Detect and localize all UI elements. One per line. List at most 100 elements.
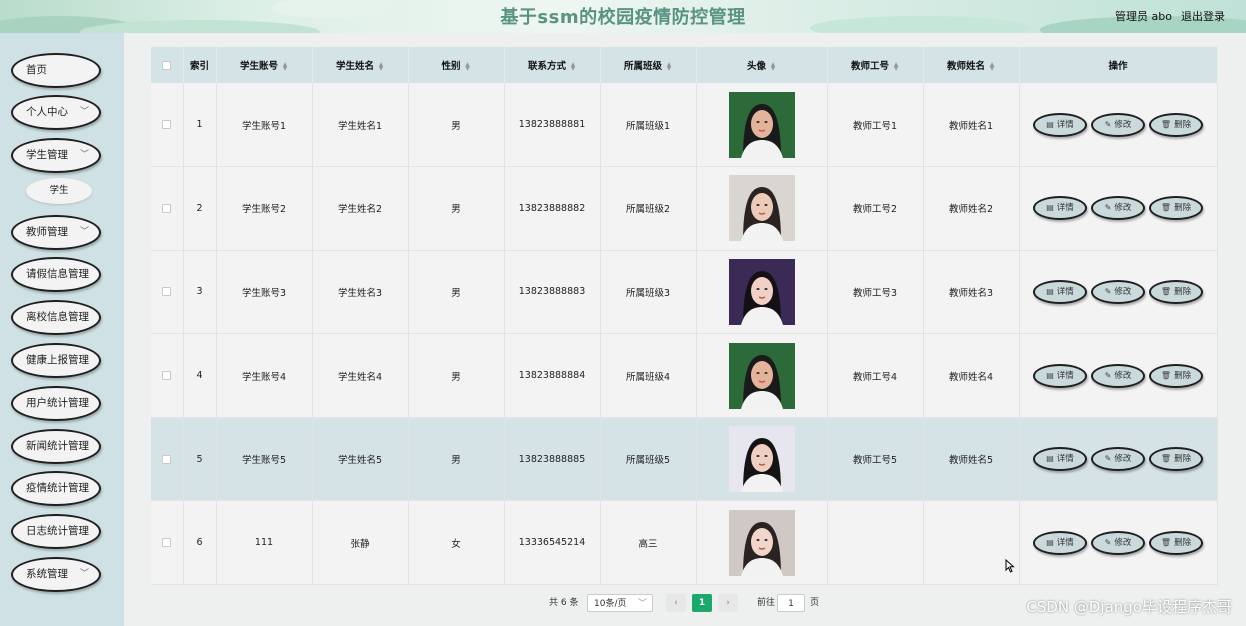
sidebar-item-log-stats[interactable]: 日志统计管理 [11,514,101,549]
detail-button[interactable]: ▤ 详情 [1033,112,1087,137]
sidebar-item-system[interactable]: 系统管理 ﹀ [11,557,101,592]
document-icon: ▤ [1046,454,1054,464]
column-header-label: 联系方式 [527,61,566,72]
column-header-teacher-id[interactable]: 教师工号 ▲ ▼ [827,47,924,83]
detail-button[interactable]: ▤ 详情 [1033,363,1087,388]
sort-icon[interactable]: ▲ ▼ [770,61,776,71]
edit-button[interactable]: ✎ 修改 [1091,112,1145,137]
sort-icon[interactable]: ▲ ▼ [465,61,471,71]
cell-index: 3 [183,250,217,335]
column-header-account[interactable]: 学生账号 ▲ ▼ [216,47,313,83]
sidebar-item-epidemic-stats[interactable]: 疫情统计管理 [11,471,101,506]
next-page-button[interactable]: › [718,594,738,612]
sidebar-item-departure[interactable]: 离校信息管理 [11,300,101,335]
edit-button[interactable]: ✎ 修改 [1091,530,1145,555]
delete-button[interactable]: 🗑 删除 [1149,447,1203,472]
page-size-select[interactable]: 10条/页 ﹀ [587,594,653,612]
current-page-button[interactable]: 1 [692,594,712,612]
sidebar-item-profile[interactable]: 个人中心 ﹀ [11,95,101,130]
sidebar-item-leave[interactable]: 请假信息管理 [11,257,101,292]
row-checkbox[interactable] [162,287,172,297]
edit-button[interactable]: ✎ 修改 [1091,447,1145,472]
cell-class: 高三 [600,500,697,586]
row-checkbox[interactable] [162,538,172,548]
delete-button[interactable]: 🗑 删除 [1149,112,1203,137]
cell-phone: 13336545214 [504,500,601,586]
goto-prefix: 前往 [757,598,776,608]
column-header-phone[interactable]: 联系方式 ▲ ▼ [504,47,601,83]
table-row: 5 学生账号5 学生姓名5 男 13823888885 所属班级5 教师工号5 教师姓名5 ▤ 详… [151,417,1218,502]
sidebar-item-label: 系统管理 [26,568,68,580]
cell-avatar [696,333,828,418]
column-header-name[interactable]: 学生姓名 ▲ ▼ [312,47,409,83]
row-select-cell [151,166,184,251]
logout-link[interactable]: 退出登录 [1181,8,1225,24]
column-header-class[interactable]: 所属班级 ▲ ▼ [600,47,697,83]
cell-gender: 男 [408,83,505,168]
edit-button-label: 修改 [1114,370,1132,381]
detail-button[interactable]: ▤ 详情 [1033,279,1087,304]
sidebar-item-label: 日志统计管理 [26,525,89,537]
column-header-avatar[interactable]: 头像 ▲ ▼ [696,47,828,83]
sort-icon[interactable]: ▲ ▼ [378,61,384,71]
mouse-pointer-icon [1005,559,1015,573]
prev-page-button[interactable]: ‹ [666,594,686,612]
detail-button-label: 详情 [1056,286,1074,297]
row-checkbox[interactable] [162,454,172,464]
document-icon: ▤ [1046,203,1054,213]
sort-icon[interactable]: ▲ ▼ [282,61,288,71]
sidebar-item-home[interactable]: 首页 [11,53,101,88]
column-header-teacher-name[interactable]: 教师姓名 ▲ ▼ [923,47,1020,83]
cell-index: 4 [183,333,217,418]
sidebar-item-students[interactable]: 学生管理 ﹀ [11,138,101,173]
sidebar-item-teachers[interactable]: 教师管理 ﹀ [11,215,101,250]
trash-icon: 🗑 [1160,203,1172,213]
cell-class: 所属班级2 [600,166,697,251]
sidebar-item-user-stats[interactable]: 用户统计管理 [11,386,101,421]
edit-button[interactable]: ✎ 修改 [1091,196,1145,221]
delete-button[interactable]: 🗑 删除 [1149,530,1203,555]
sidebar-item-label: 离校信息管理 [26,311,89,323]
cell-teacher-id: 教师工号5 [827,417,924,502]
trash-icon: 🗑 [1160,537,1172,547]
edit-button[interactable]: ✎ 修改 [1091,363,1145,388]
goto-page-input[interactable]: 1 [777,594,805,612]
cell-gender: 男 [408,333,505,418]
detail-button[interactable]: ▤ 详情 [1033,447,1087,472]
cell-teacher-name: 教师姓名2 [923,166,1020,251]
sort-icon[interactable]: ▲ ▼ [989,61,995,71]
column-header-gender[interactable]: 性别 ▲ ▼ [408,47,505,83]
row-checkbox[interactable] [162,371,172,381]
cell-phone: 13823888883 [504,250,601,335]
row-checkbox[interactable] [162,120,172,130]
cell-index: 1 [183,83,217,168]
cell-teacher-id: 教师工号1 [827,83,924,168]
sidebar-item-news-stats[interactable]: 新闻统计管理 [11,429,101,464]
sort-icon[interactable]: ▲ ▼ [893,61,899,71]
edit-button[interactable]: ✎ 修改 [1091,279,1145,304]
avatar [728,175,795,242]
edit-button-label: 修改 [1114,203,1132,214]
sort-icon[interactable]: ▲ ▼ [570,61,576,71]
cell-name: 学生姓名5 [312,417,409,502]
cell-phone: 13823888881 [504,83,601,168]
cell-account: 学生账号1 [216,83,313,168]
cell-index: 5 [183,417,217,502]
cell-class: 所属班级4 [600,333,697,418]
detail-button[interactable]: ▤ 详情 [1033,530,1087,555]
trash-icon: 🗑 [1160,454,1172,464]
detail-button[interactable]: ▤ 详情 [1033,196,1087,221]
delete-button[interactable]: 🗑 删除 [1149,196,1203,221]
cell-account: 学生账号3 [216,250,313,335]
select-all-checkbox[interactable] [162,60,172,70]
trash-icon: 🗑 [1160,119,1172,129]
cell-teacher-name: 教师姓名4 [923,333,1020,418]
submenu-item-student[interactable]: 学生 [26,178,92,204]
row-checkbox[interactable] [162,203,172,213]
sort-icon[interactable]: ▲ ▼ [666,61,672,71]
cell-avatar [696,417,828,502]
delete-button[interactable]: 🗑 删除 [1149,279,1203,304]
sidebar-item-health[interactable]: 健康上报管理 [11,343,101,378]
delete-button[interactable]: 🗑 删除 [1149,363,1203,388]
pencil-icon: ✎ [1104,203,1112,213]
